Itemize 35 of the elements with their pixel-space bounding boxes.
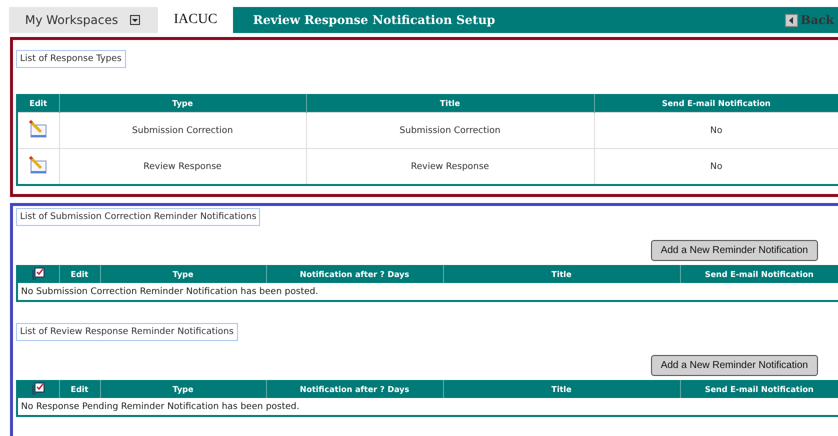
table-cell: No (594, 112, 838, 148)
notepad-pencil-icon[interactable] (28, 119, 48, 139)
column-header: Type (59, 94, 306, 112)
empty-message: No Submission Correction Reminder Notification has been posted. (17, 283, 838, 301)
column-header: Send E-mail Notification (680, 380, 838, 398)
notepad-pencil-icon[interactable] (28, 155, 48, 175)
column-header: Type (100, 380, 266, 398)
page-title: Review Response Notification Setup (253, 13, 496, 27)
column-header: Send E-mail Notification (680, 265, 838, 283)
add-reminder-button[interactable]: Add a New Reminder Notification (650, 355, 818, 376)
column-header: Title (443, 265, 680, 283)
table-cell: Review Response (59, 148, 306, 185)
workspaces-dropdown[interactable]: My Workspaces (9, 7, 158, 33)
column-header: Title (306, 94, 594, 112)
checklist-icon[interactable] (32, 382, 45, 394)
table-cell: Review Response (306, 148, 594, 185)
empty-message: No Response Pending Reminder Notification has been posted. (17, 398, 838, 416)
column-header: Edit (17, 94, 59, 112)
column-header: Notification after ? Days (266, 265, 443, 283)
table-cell: Submission Correction (59, 112, 306, 148)
table-cell: Submission Correction (306, 112, 594, 148)
add-reminder-button[interactable]: Add a New Reminder Notification (650, 240, 818, 261)
table-cell: No (594, 148, 838, 185)
app-tab[interactable]: IACUC (158, 7, 233, 33)
column-header: Edit (59, 265, 100, 283)
section-legend: List of Review Response Reminder Notifications (16, 323, 238, 341)
section-legend: List of Submission Correction Reminder Notifications (16, 208, 260, 226)
dropdown-icon (130, 15, 140, 25)
column-header: Title (443, 380, 680, 398)
column-header: Edit (59, 380, 100, 398)
column-header: Notification after ? Days (266, 380, 443, 398)
column-header: Type (100, 265, 266, 283)
checklist-icon[interactable] (32, 266, 45, 280)
section-legend: List of Response Types (16, 50, 126, 68)
column-header: Send E-mail Notification (594, 94, 838, 112)
